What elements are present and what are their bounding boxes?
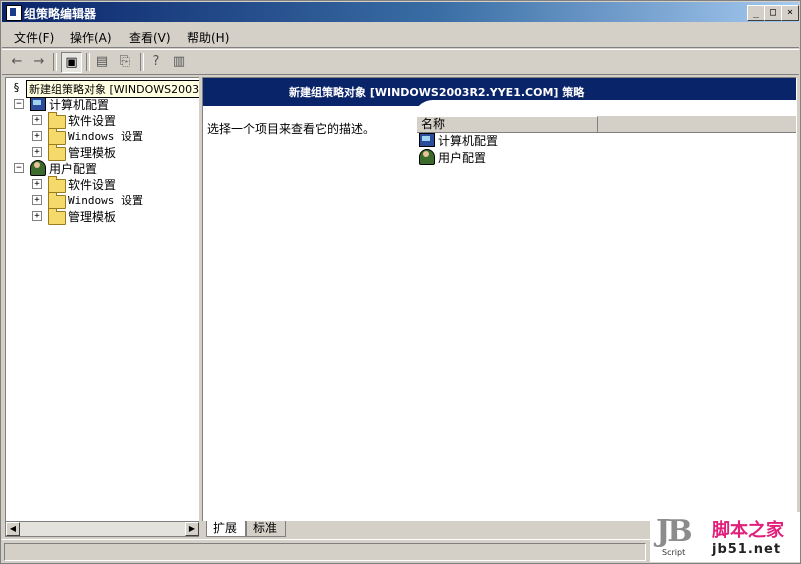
folder-icon	[48, 144, 66, 161]
watermark-site-name: 脚本之家	[712, 520, 784, 541]
collapse-icon[interactable]: −	[14, 99, 24, 109]
tree-node-label: 管理模板	[68, 146, 117, 160]
tree-node-label: 管理模板	[68, 210, 117, 224]
expand-icon[interactable]: +	[32, 115, 42, 125]
help-button[interactable]: ?	[146, 52, 166, 72]
folder-icon	[48, 112, 66, 129]
tab-standard[interactable]: 标准	[246, 521, 287, 537]
watermark-logo-sub: Script	[662, 548, 686, 557]
folder-icon	[48, 192, 66, 209]
tree-node-label: 软件设置	[68, 178, 117, 192]
properties-button[interactable]: ▤	[92, 52, 112, 72]
toolbar-separator	[140, 53, 144, 71]
tree-node-label: Windows 设置	[68, 130, 143, 143]
list-header: 名称	[417, 116, 796, 133]
tree-node-label: Windows 设置	[68, 194, 143, 207]
window-title: 组策略编辑器	[24, 7, 97, 21]
expand-icon[interactable]: +	[32, 179, 42, 189]
export-list-button[interactable]: ⎘	[115, 52, 135, 72]
scroll-right-icon[interactable]: ▶	[185, 522, 199, 536]
computer-config-icon	[419, 133, 435, 147]
menu-file[interactable]: 文件(F)	[14, 29, 54, 46]
watermark: JB Script 脚本之家 jb51.net	[650, 512, 800, 562]
back-button[interactable]: ←	[7, 52, 27, 72]
maximize-button[interactable]: □	[764, 5, 782, 21]
column-header-name[interactable]: 名称	[417, 116, 598, 132]
show-hide-tree-button[interactable]: ▣	[61, 52, 82, 73]
menu-action[interactable]: 操作(A)	[70, 29, 112, 46]
tree-pane[interactable]: § 新建组策略对象 [WINDOWS2003R2.YYE1.COM] 策略 − …	[5, 77, 200, 523]
toolbar: ← → ▣ ▤ ⎘ ? ▥	[2, 49, 799, 75]
close-button[interactable]: ×	[781, 5, 799, 21]
detail-header-title: 新建组策略对象 [WINDOWS2003R2.YYE1.COM] 策略	[289, 86, 585, 99]
policy-root-icon: §	[13, 81, 20, 94]
title-bar[interactable]: 组策略编辑器 _ □ ×	[2, 2, 799, 22]
description-text: 选择一个项目来查看它的描述。	[207, 122, 376, 136]
user-config-icon	[419, 149, 435, 165]
collapse-icon[interactable]: −	[14, 163, 24, 173]
list-item-label: 计算机配置	[438, 134, 499, 148]
tab-extended[interactable]: 扩展	[206, 521, 247, 537]
expand-icon[interactable]: +	[32, 147, 42, 157]
folder-icon	[48, 128, 66, 145]
detail-header: 新建组策略对象 [WINDOWS2003R2.YYE1.COM] 策略	[203, 78, 796, 120]
tree-horizontal-scrollbar[interactable]: ◀ ▶	[5, 521, 200, 537]
tree-node-label: 计算机配置	[49, 98, 110, 112]
watermark-logo: JB	[656, 514, 693, 549]
status-field	[4, 543, 646, 561]
tree-node-label: 用户配置	[49, 162, 98, 176]
menu-view[interactable]: 查看(V)	[129, 29, 171, 46]
folder-icon	[48, 176, 66, 193]
user-config-icon	[30, 160, 46, 176]
list-item-label: 用户配置	[438, 151, 487, 165]
folder-icon	[48, 208, 66, 225]
toolbar-separator	[86, 53, 90, 71]
menu-help[interactable]: 帮助(H)	[187, 29, 229, 46]
scroll-left-icon[interactable]: ◀	[6, 522, 20, 536]
menu-bar: 文件(F) 操作(A) 查看(V) 帮助(H)	[2, 25, 799, 48]
show-hide-action-pane-button[interactable]: ▥	[169, 52, 189, 72]
expand-icon[interactable]: +	[32, 131, 42, 141]
watermark-url: jb51.net	[712, 542, 782, 557]
main-window: 组策略编辑器 _ □ × 文件(F) 操作(A) 查看(V) 帮助(H) ← →…	[0, 0, 801, 564]
toolbar-separator	[53, 53, 57, 71]
expand-icon[interactable]: +	[32, 195, 42, 205]
forward-button[interactable]: →	[29, 52, 49, 72]
policy-app-icon	[6, 5, 22, 21]
computer-config-icon	[30, 97, 46, 111]
tree-node-label: 软件设置	[68, 114, 117, 128]
minimize-button[interactable]: _	[747, 5, 765, 21]
detail-pane: 新建组策略对象 [WINDOWS2003R2.YYE1.COM] 策略 选择一个…	[202, 77, 797, 523]
expand-icon[interactable]: +	[32, 211, 42, 221]
